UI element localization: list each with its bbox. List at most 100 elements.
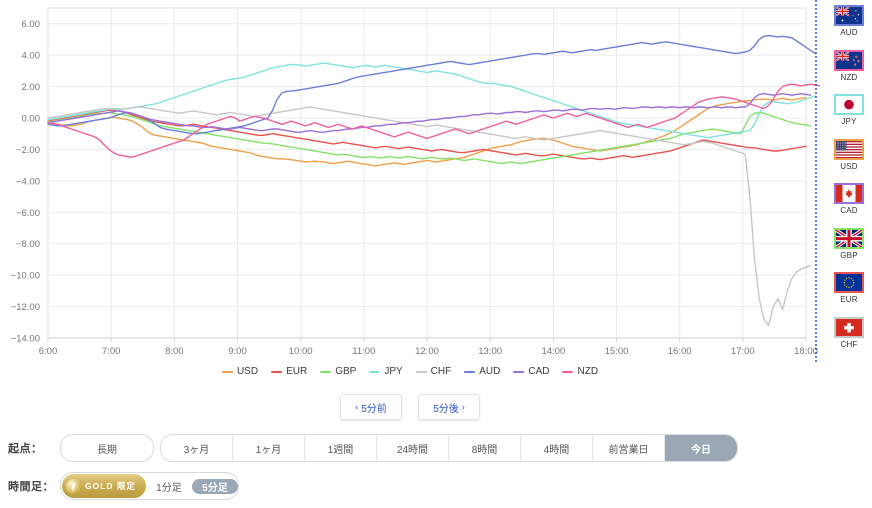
legend-label: EUR <box>286 366 308 377</box>
legend-dash-icon <box>464 370 476 373</box>
legend-dash-icon <box>415 370 427 373</box>
x-axis-tick-label: 18:00 <box>794 346 818 357</box>
flag-icon-ca <box>834 183 864 204</box>
flag-label: CAD <box>840 206 858 215</box>
flag-label: GBP <box>840 250 858 260</box>
flag-toggle-cad[interactable]: CAD <box>826 183 872 225</box>
origin-option-今日[interactable]: 今日 <box>665 435 737 461</box>
legend-dash-icon <box>369 370 381 373</box>
flag-icon-nz <box>834 49 864 71</box>
origin-options-group: 3ヶ月 1ヶ月 1週間 24時間 8時間 4時間 前営業日 今日 <box>160 434 738 462</box>
origin-option-3ヶ月[interactable]: 3ヶ月 <box>161 435 233 461</box>
legend-item-cad[interactable]: CAD <box>513 366 549 377</box>
next-5min-label: 5分後 <box>433 403 459 415</box>
x-axis-tick-label: 11:00 <box>352 346 375 357</box>
chevron-left-icon: ‹ <box>355 402 359 412</box>
y-axis-tick-label: 2.00 <box>22 82 41 93</box>
gold-coin-icon <box>66 478 81 494</box>
flag-icon-ch <box>834 316 864 338</box>
x-axis-tick-label: 12:00 <box>415 346 439 357</box>
y-axis-tick-label: −14.00 <box>11 334 40 345</box>
origin-option-前営業日[interactable]: 前営業日 <box>593 435 665 461</box>
flag-toggle-gbp[interactable]: GBP <box>826 227 872 270</box>
timeframe-label: 時間足： <box>8 481 54 493</box>
timeframe-option-1分足[interactable]: 1分足 <box>145 478 192 494</box>
origin-option-8時間[interactable]: 8時間 <box>449 435 521 461</box>
flag-label: CHF <box>840 339 858 349</box>
timeframe-options-group: GOLD 限定 1分足 5分足 <box>60 472 239 500</box>
flag-label: NZD <box>840 72 858 82</box>
y-axis-tick-label: −6.00 <box>16 208 40 219</box>
x-axis-tick-label: 7:00 <box>102 346 121 357</box>
flag-icon-us <box>834 138 864 160</box>
flag-icon-au <box>834 5 864 26</box>
y-axis-tick-label: −2.00 <box>16 145 40 156</box>
flag-label: JPY <box>841 117 857 126</box>
chart-canvas: 6.00 4.00 2.00 0.00 −2.00 −4.00 −6.00 −8.00 −10.… <box>11 0 820 364</box>
flag-icon-eu <box>834 272 864 293</box>
legend-label: CAD <box>528 366 550 377</box>
legend-label: AUD <box>479 366 501 377</box>
y-axis-tick-label: 4.00 <box>22 51 41 62</box>
origin-option-4時間[interactable]: 4時間 <box>521 435 593 461</box>
flag-label: USD <box>840 161 858 171</box>
chevron-right-icon: › <box>461 402 465 412</box>
y-axis-tick-label: −10.00 <box>11 271 40 282</box>
legend-label: CHF <box>430 366 452 377</box>
gold-limited-badge[interactable]: GOLD 限定 <box>62 474 146 498</box>
gold-badge-label: GOLD 限定 <box>85 481 136 491</box>
y-axis-tick-label: −12.00 <box>11 302 40 313</box>
flag-toggle-jpy[interactable]: JPY <box>826 94 872 136</box>
currency-strength-chart[interactable]: 6.00 4.00 2.00 0.00 −2.00 −4.00 −6.00 −8.00 −10.… <box>0 0 820 390</box>
y-axis-tick-label: −4.00 <box>16 176 40 187</box>
timeframe-control-row: 時間足： GOLD 限定 1分足 5分足 <box>8 472 239 500</box>
legend-dash-icon <box>320 370 332 373</box>
y-axis-tick-label: 0.00 <box>22 114 41 125</box>
flag-toggle-aud[interactable]: AUD <box>826 5 872 47</box>
legend-dash-icon <box>221 370 233 373</box>
origin-label: 起点： <box>8 443 43 455</box>
legend-dash-icon <box>562 370 574 373</box>
legend-label: NZD <box>577 366 599 377</box>
prev-5min-label: 5分前 <box>361 403 387 415</box>
y-axis-tick-label: 6.00 <box>22 19 41 30</box>
legend-item-nzd[interactable]: NZD <box>562 366 598 377</box>
flag-icon-jp <box>834 94 864 115</box>
x-axis-tick-label: 10:00 <box>289 346 313 357</box>
x-axis-tick-label: 8:00 <box>165 346 184 357</box>
prev-5min-button[interactable]: ‹ 5分前 <box>340 394 402 420</box>
x-axis-tick-label: 17:00 <box>731 346 755 357</box>
x-axis-tick-label: 9:00 <box>228 346 247 357</box>
flag-toggle-nzd[interactable]: NZD <box>826 49 872 92</box>
x-axis-tick-label: 16:00 <box>668 346 692 357</box>
x-axis-tick-label: 15:00 <box>605 346 629 357</box>
origin-option-24時間[interactable]: 24時間 <box>377 435 449 461</box>
next-5min-button[interactable]: 5分後 › <box>418 394 480 420</box>
flag-toggle-usd[interactable]: USD <box>826 138 872 181</box>
legend-item-eur[interactable]: EUR <box>271 366 307 377</box>
legend-item-jpy[interactable]: JPY <box>369 366 403 377</box>
origin-option-1ヶ月[interactable]: 1ヶ月 <box>233 435 305 461</box>
legend-label: USD <box>236 366 259 377</box>
origin-option-long-term[interactable]: 長期 <box>61 435 153 461</box>
origin-option-1週間[interactable]: 1週間 <box>305 435 377 461</box>
legend-label: GBP <box>335 366 357 377</box>
timeframe-option-5分足[interactable]: 5分足 <box>191 478 238 494</box>
flag-label: EUR <box>840 295 858 304</box>
time-navigation-buttons: ‹ 5分前 5分後 › <box>0 394 820 420</box>
chart-legend: USD EUR GBP JPY CHF AUD CAD NZD <box>0 366 820 377</box>
legend-item-aud[interactable]: AUD <box>464 366 500 377</box>
legend-item-gbp[interactable]: GBP <box>320 366 356 377</box>
flag-toggle-eur[interactable]: EUR <box>826 272 872 314</box>
flag-icon-gb <box>834 227 864 249</box>
currency-flag-sidebar[interactable]: AUD NZD JPY USD CAD GBP EUR CHF <box>826 0 872 364</box>
x-axis-tick-label: 6:00 <box>39 346 58 357</box>
legend-item-chf[interactable]: CHF <box>415 366 452 377</box>
legend-item-usd[interactable]: USD <box>221 366 259 377</box>
flag-toggle-chf[interactable]: CHF <box>826 316 872 359</box>
origin-longterm-group: 長期 <box>60 434 154 462</box>
legend-dash-icon <box>271 370 283 373</box>
flag-label: AUD <box>840 28 858 37</box>
legend-dash-icon <box>513 370 525 373</box>
y-axis-tick-label: −8.00 <box>16 239 40 250</box>
